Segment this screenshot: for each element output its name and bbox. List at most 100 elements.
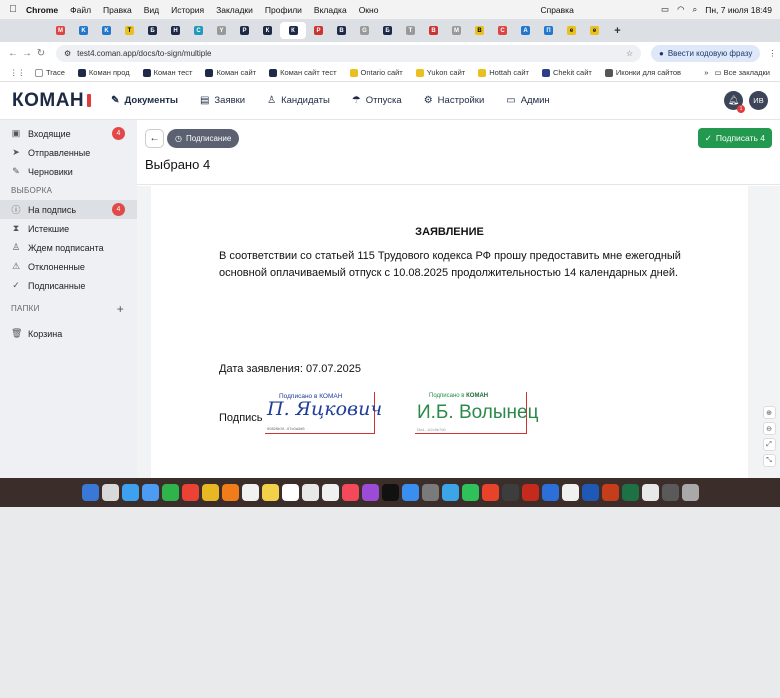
launchpad-icon[interactable]: [101, 484, 119, 501]
tab[interactable]: С: [188, 22, 209, 39]
sidebar-item-signed[interactable]: ✓ Подписанные: [0, 276, 137, 295]
tab[interactable]: Р: [234, 22, 255, 39]
photos-icon[interactable]: [321, 484, 339, 501]
tab[interactable]: В: [331, 22, 352, 39]
bookmark[interactable]: Коман сайт тест: [269, 68, 337, 77]
sidebar-item-trash[interactable]: 🗑︎ Корзина: [0, 324, 137, 343]
sign-button[interactable]: ✓ Подписать 4: [697, 128, 772, 148]
more-bookmarks-icon[interactable]: »: [704, 68, 708, 77]
sidebar-item-expired[interactable]: ⧗ Истекшие: [0, 219, 137, 238]
safari-icon[interactable]: [121, 484, 139, 501]
wifi-icon[interactable]: ◠: [677, 4, 684, 15]
tab[interactable]: M: [50, 22, 71, 39]
tab[interactable]: G: [354, 22, 375, 39]
terminal-icon[interactable]: [501, 484, 519, 501]
bookmark[interactable]: Коман тест: [142, 68, 192, 77]
tab[interactable]: T: [400, 22, 421, 39]
tab[interactable]: Р: [308, 22, 329, 39]
music-icon[interactable]: [341, 484, 359, 501]
tab[interactable]: K: [73, 22, 94, 39]
reminders-icon[interactable]: [241, 484, 259, 501]
mail-icon[interactable]: [141, 484, 159, 501]
bookmark[interactable]: Yukon сайт: [415, 68, 465, 77]
menu-history[interactable]: История: [171, 5, 204, 15]
tab[interactable]: K: [96, 22, 117, 39]
bookmark[interactable]: Trace: [35, 68, 65, 77]
settings-app-icon[interactable]: [421, 484, 439, 501]
menu-bookmarks[interactable]: Закладки: [216, 5, 253, 15]
logo[interactable]: КОМАН: [12, 90, 92, 112]
nav-documents[interactable]: ✎ Документы: [111, 95, 178, 106]
telegram-icon[interactable]: [441, 484, 459, 501]
app-icon[interactable]: [521, 484, 539, 501]
todoist-icon[interactable]: [481, 484, 499, 501]
tab[interactable]: Y: [211, 22, 232, 39]
menu-file[interactable]: Файл: [70, 5, 91, 15]
bookmark[interactable]: Иконки для сайтов: [604, 68, 681, 77]
nav-requests[interactable]: ▤ Заявки: [200, 95, 245, 106]
whatsapp-icon[interactable]: [461, 484, 479, 501]
menu-view[interactable]: Вид: [144, 5, 159, 15]
folder-icon[interactable]: [661, 484, 679, 501]
new-tab-button[interactable]: +: [607, 22, 628, 39]
tab[interactable]: В: [469, 22, 490, 39]
freeform-icon[interactable]: [301, 484, 319, 501]
bookmark-star-icon[interactable]: ☆: [626, 49, 633, 58]
profile-button[interactable]: ● Ввести кодовую фразу: [651, 44, 761, 62]
zoom-out-icon[interactable]: ⊖: [762, 422, 776, 435]
forward-icon[interactable]: →: [20, 48, 34, 59]
chrome-icon[interactable]: [181, 484, 199, 501]
app-icon[interactable]: [641, 484, 659, 501]
powerpoint-icon[interactable]: [601, 484, 619, 501]
tab[interactable]: Б: [377, 22, 398, 39]
tab[interactable]: К: [257, 22, 278, 39]
back-button[interactable]: ←: [145, 129, 164, 148]
firefox-icon[interactable]: [221, 484, 239, 501]
trash-can-icon[interactable]: [681, 484, 699, 501]
more-icon[interactable]: ⋮: [768, 49, 776, 58]
url-text[interactable]: test4.coman.app/docs/to-sign/multiple: [77, 49, 211, 58]
tab[interactable]: e: [584, 22, 605, 39]
app-icon[interactable]: [541, 484, 559, 501]
notes-icon[interactable]: [261, 484, 279, 501]
nav-vacations[interactable]: ☂ Отпуска: [352, 95, 402, 106]
tab-active[interactable]: К: [280, 22, 306, 39]
menu-help[interactable]: Справка: [540, 5, 573, 15]
clock[interactable]: Пн, 7 июля 18:49: [705, 5, 772, 15]
tab[interactable]: Б: [142, 22, 163, 39]
bookmark[interactable]: Коман прод: [77, 68, 130, 77]
avatar[interactable]: ИВ: [749, 91, 768, 110]
tv-icon[interactable]: [381, 484, 399, 501]
sidebar-item-drafts[interactable]: ✎ Черновики: [0, 162, 137, 181]
finder-icon[interactable]: [81, 484, 99, 501]
all-bookmarks[interactable]: ▭ Все закладки: [714, 68, 770, 77]
reload-icon[interactable]: ↻: [34, 48, 48, 59]
word-icon[interactable]: [581, 484, 599, 501]
tab[interactable]: А: [515, 22, 536, 39]
yandex-icon[interactable]: [201, 484, 219, 501]
nav-candidates[interactable]: ♙ Кандидаты: [267, 95, 330, 106]
apple-icon[interactable]: : [8, 4, 18, 15]
sidebar-item-to-sign[interactable]: ⓘ На подпись 4: [0, 200, 137, 219]
tab[interactable]: П: [538, 22, 559, 39]
fit-icon[interactable]: ⤢: [762, 438, 776, 451]
menu-edit[interactable]: Правка: [103, 5, 132, 15]
tab[interactable]: В: [423, 22, 444, 39]
bookmark[interactable]: Коман сайт: [205, 68, 256, 77]
expand-icon[interactable]: ⤡: [762, 454, 776, 467]
podcasts-icon[interactable]: [361, 484, 379, 501]
menu-window[interactable]: Окно: [359, 5, 379, 15]
url-field[interactable]: ⚙ test4.coman.app/docs/to-sign/multiple …: [56, 44, 641, 62]
notifications-button[interactable]: 🔔︎ 1: [724, 91, 745, 113]
menu-profiles[interactable]: Профили: [265, 5, 302, 15]
calendar-icon[interactable]: [281, 484, 299, 501]
tab[interactable]: e: [561, 22, 582, 39]
sidebar-item-rejected[interactable]: ⚠ Отклоненные: [0, 257, 137, 276]
site-info-icon[interactable]: ⚙: [64, 49, 71, 58]
appstore-icon[interactable]: [401, 484, 419, 501]
facetime-icon[interactable]: [161, 484, 179, 501]
sidebar-item-waiting[interactable]: ♙ Ждем подписанта: [0, 238, 137, 257]
search-icon[interactable]: ⌕: [692, 4, 697, 15]
nav-admin[interactable]: ▭ Админ: [506, 95, 549, 106]
tab[interactable]: M: [446, 22, 467, 39]
